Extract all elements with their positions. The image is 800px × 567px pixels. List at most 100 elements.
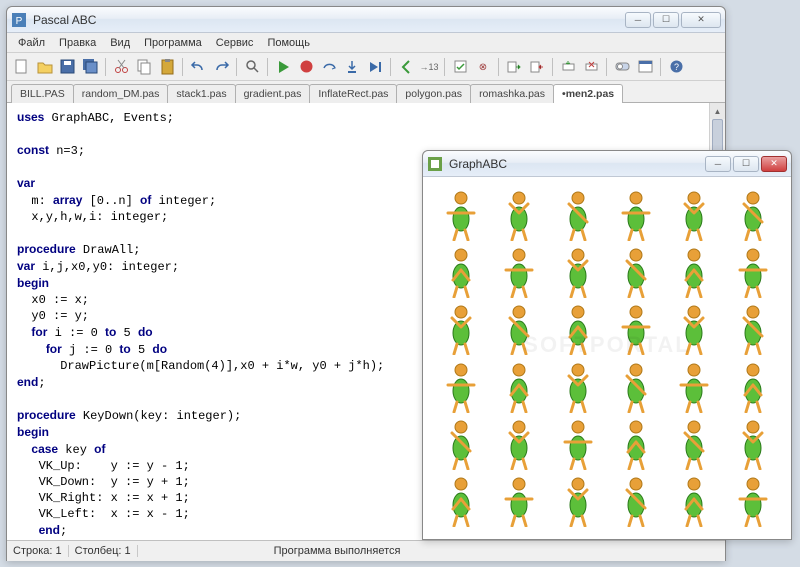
toolbar: →13 ⊗? (7, 53, 725, 81)
cut-button[interactable] (111, 57, 131, 77)
tab-stack1pas[interactable]: stack1.pas (167, 84, 235, 103)
figure-21 (608, 359, 664, 414)
figure-32 (550, 474, 606, 529)
run-button[interactable] (273, 57, 293, 77)
del-button[interactable] (581, 57, 601, 77)
tab-polygonpas[interactable]: polygon.pas (396, 84, 471, 103)
toggle-button[interactable] (612, 57, 632, 77)
paste-button[interactable] (157, 57, 177, 77)
tab-romashkapas[interactable]: romashka.pas (470, 84, 554, 103)
enter-button[interactable] (504, 57, 524, 77)
figure-12 (433, 302, 489, 357)
status-bar: Строка: 1 Столбец: 1 Программа выполняет… (7, 541, 725, 561)
output-canvas: SOFTPORTAL (423, 177, 791, 539)
toggle-icon (614, 58, 631, 75)
ins-button[interactable] (558, 57, 578, 77)
tab-men2pas[interactable]: •men2.pas (553, 84, 623, 103)
menu-сервис[interactable]: Сервис (209, 35, 261, 51)
output-maximize-button[interactable]: ☐ (733, 156, 759, 172)
cut-icon (113, 58, 130, 75)
tab-inflaterectpas[interactable]: InflateRect.pas (309, 84, 397, 103)
figure-28 (666, 416, 722, 471)
figure-33 (608, 474, 664, 529)
scroll-up-arrow[interactable]: ▲ (710, 103, 725, 119)
figure-34 (666, 474, 722, 529)
menu-файл[interactable]: Файл (11, 35, 52, 51)
minimize-button[interactable]: ─ (625, 12, 651, 28)
debug-icon: ⊗ (475, 58, 492, 75)
stepover-button[interactable] (319, 57, 339, 77)
figure-1 (491, 187, 547, 242)
svg-text:→13: →13 (421, 62, 438, 72)
exit-icon (529, 58, 546, 75)
help-icon: ? (668, 58, 685, 75)
view-icon (637, 58, 654, 75)
back-button[interactable] (396, 57, 416, 77)
new-button[interactable] (11, 57, 31, 77)
fwd-icon: →13 (421, 58, 438, 75)
figure-14 (550, 302, 606, 357)
fwd-button[interactable]: →13 (419, 57, 439, 77)
figure-4 (666, 187, 722, 242)
exit-button[interactable] (527, 57, 547, 77)
figure-31 (491, 474, 547, 529)
figure-5 (725, 187, 781, 242)
stepinto-button[interactable] (342, 57, 362, 77)
figure-8 (550, 244, 606, 299)
stepover-icon (321, 58, 338, 75)
view-button[interactable] (635, 57, 655, 77)
figure-2 (550, 187, 606, 242)
saveall-button[interactable] (80, 57, 100, 77)
enter-icon (506, 58, 523, 75)
figure-0 (433, 187, 489, 242)
figure-16 (666, 302, 722, 357)
figure-13 (491, 302, 547, 357)
undo-button[interactable] (188, 57, 208, 77)
stepto-button[interactable] (365, 57, 385, 77)
tab-billpas[interactable]: BILL.PAS (11, 84, 74, 103)
debug-button[interactable]: ⊗ (473, 57, 493, 77)
svg-text:⊗: ⊗ (478, 62, 486, 73)
figure-11 (725, 244, 781, 299)
menu-программа[interactable]: Программа (137, 35, 209, 51)
window-title: Pascal ABC (33, 13, 625, 27)
tab-randomdmpas[interactable]: random_DM.pas (73, 84, 169, 103)
menu-помощь[interactable]: Помощь (260, 35, 317, 51)
figure-20 (550, 359, 606, 414)
open-button[interactable] (34, 57, 54, 77)
stop-icon (298, 58, 315, 75)
copy-button[interactable] (134, 57, 154, 77)
figure-23 (725, 359, 781, 414)
output-window-controls: ─ ☐ ✕ (705, 156, 787, 172)
titlebar[interactable]: P Pascal ABC ─ ☐ ✕ (7, 7, 725, 33)
status-message: Программа выполняется (268, 545, 407, 557)
output-titlebar[interactable]: GraphABC ─ ☐ ✕ (423, 151, 791, 177)
output-minimize-button[interactable]: ─ (705, 156, 731, 172)
tab-gradientpas[interactable]: gradient.pas (235, 84, 311, 103)
output-close-button[interactable]: ✕ (761, 156, 787, 172)
menu-правка[interactable]: Правка (52, 35, 103, 51)
compile-icon (452, 58, 469, 75)
app-icon: P (11, 12, 27, 28)
figure-9 (608, 244, 664, 299)
figure-35 (725, 474, 781, 529)
compile-button[interactable] (450, 57, 470, 77)
redo-button[interactable] (211, 57, 231, 77)
redo-icon (213, 58, 230, 75)
status-column: Столбец: 1 (69, 545, 138, 557)
stop-button[interactable] (296, 57, 316, 77)
find-icon (244, 58, 261, 75)
figure-19 (491, 359, 547, 414)
menu-вид[interactable]: Вид (103, 35, 137, 51)
maximize-button[interactable]: ☐ (653, 12, 679, 28)
figure-7 (491, 244, 547, 299)
saveall-icon (82, 58, 99, 75)
output-window: GraphABC ─ ☐ ✕ SOFTPORTAL (422, 150, 792, 540)
figure-30 (433, 474, 489, 529)
save-button[interactable] (57, 57, 77, 77)
figure-18 (433, 359, 489, 414)
help-button[interactable]: ? (666, 57, 686, 77)
close-button[interactable]: ✕ (681, 12, 721, 28)
figure-3 (608, 187, 664, 242)
find-button[interactable] (242, 57, 262, 77)
